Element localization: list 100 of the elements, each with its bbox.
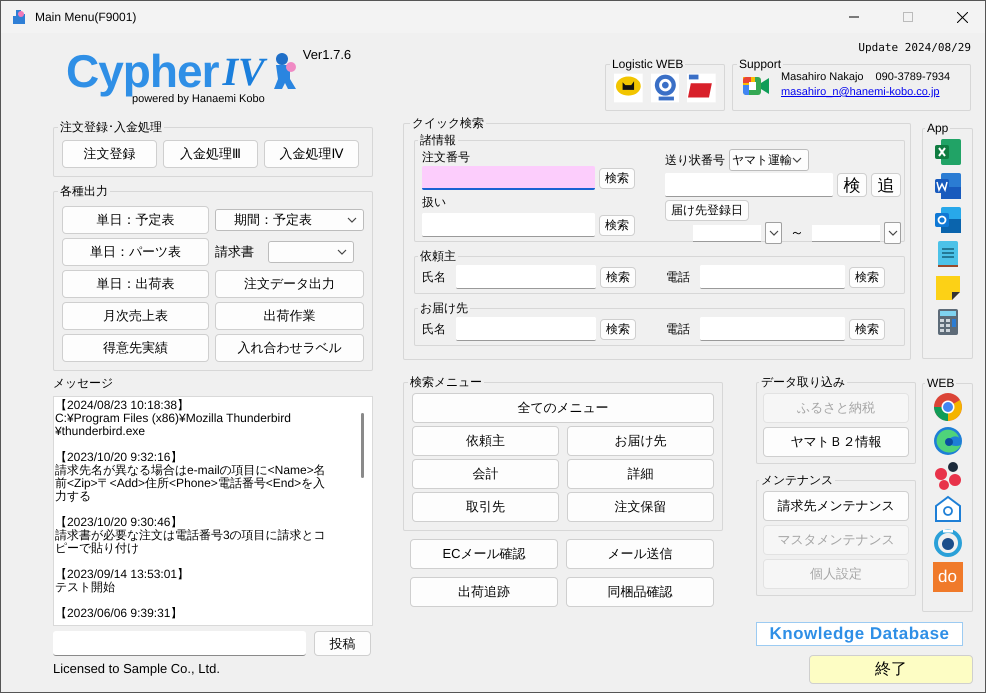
message-timestamp: 【2023/06/06 9:39:31】: [55, 607, 184, 620]
report-button[interactable]: 単日：出荷表: [62, 270, 209, 298]
message-timestamp: 【2024/08/23 10:18:38】: [55, 399, 190, 412]
dropdown-button[interactable]: [884, 222, 901, 244]
search-menu-button[interactable]: 取引先: [412, 492, 559, 522]
search-button[interactable]: 検索: [600, 318, 636, 340]
input-field[interactable]: [700, 317, 845, 341]
chevron-icon: [792, 157, 802, 163]
input-field[interactable]: [700, 265, 845, 289]
spreadsheet-icon[interactable]: [932, 137, 962, 167]
range-separator: ～: [790, 224, 804, 242]
message-text: 請求先名が異なる場合はe-mailの項目に<Name>名前<Zip>〒<Add>住所<Phone>電話番号<End>を入力する: [55, 464, 327, 503]
search-button[interactable]: 検索: [599, 168, 635, 188]
message-text: C:¥Program Files (x86)¥Mozilla Thunderbird ¥thunderbird.exe: [55, 412, 292, 438]
field-label: 氏名: [422, 268, 446, 286]
search-button[interactable]: 検索: [849, 266, 885, 288]
chevron-icon: [768, 230, 778, 236]
report-button[interactable]: 単日：パーツ表: [62, 238, 209, 266]
carrier-dropdown[interactable]: ヤマト運輸: [729, 149, 809, 171]
message-text: テスト開始: [55, 581, 116, 594]
report-button[interactable]: 出荷作業: [215, 302, 364, 330]
scrollbar[interactable]: [361, 413, 364, 478]
message-timestamp: 【2023/10/20 9:30:46】: [55, 516, 184, 529]
search-menu-button[interactable]: 詳細: [567, 459, 714, 489]
date-field[interactable]: [693, 224, 761, 242]
maintenance-button[interactable]: 請求先メンテナンス: [763, 491, 909, 521]
search-button[interactable]: 検索: [600, 266, 636, 288]
dots-icon[interactable]: [932, 460, 962, 490]
messages-title: メッセージ: [53, 375, 114, 392]
chevron-icon: [888, 230, 898, 236]
mascot-icon: [272, 51, 299, 91]
date-filter-button[interactable]: 届け先登録日: [665, 200, 749, 221]
exit-button[interactable]: 終了: [809, 655, 973, 684]
group-title: Support: [738, 57, 782, 71]
input-field[interactable]: [422, 213, 595, 237]
input-field[interactable]: [456, 317, 596, 341]
email-link[interactable]: masahiro_n@hanemi-kobo.co.jp: [781, 86, 950, 98]
date-field[interactable]: [812, 224, 880, 242]
app-icon: [11, 9, 27, 25]
close-icon[interactable]: [956, 12, 968, 22]
search-button[interactable]: 検索: [599, 214, 635, 236]
group-title: データ取り込み: [760, 374, 846, 391]
report-button[interactable]: 得意先実績: [62, 334, 209, 362]
version-text: Ver1.7.6: [302, 47, 352, 64]
input-field[interactable]: [665, 173, 833, 197]
window-title: Main Menu(F9001): [35, 10, 138, 24]
action-button[interactable]: メール送信: [566, 539, 714, 569]
group-title: WEB: [926, 376, 956, 390]
period-dropdown[interactable]: 期間：予定表: [215, 209, 364, 231]
field-label: 扱い: [422, 194, 447, 211]
update-date: Update 2024/08/29: [858, 41, 971, 54]
order-button[interactable]: 入金処理Ⅳ: [264, 140, 359, 168]
group-title: 各種出力: [59, 183, 109, 200]
search-button[interactable]: 検索: [849, 318, 885, 340]
import-button[interactable]: ヤマトＢ２情報: [763, 427, 909, 457]
group-title: 注文登録･入金処理: [59, 119, 163, 136]
search-menu-button[interactable]: お届け先: [567, 426, 714, 456]
group-title: 依頼主: [419, 248, 457, 265]
post-button[interactable]: 投稿: [314, 631, 371, 656]
group-title: 検索メニュー: [409, 374, 483, 391]
field-label: 送り状番号: [665, 152, 725, 168]
chevron-icon: [347, 217, 357, 223]
tracking-button[interactable]: 検: [837, 173, 867, 197]
search-menu-button[interactable]: 全てのメニュー: [412, 393, 714, 423]
dropdown-button[interactable]: [765, 222, 782, 244]
wave-browser-icon[interactable]: [932, 426, 962, 456]
action-button[interactable]: 同梱品確認: [566, 577, 714, 607]
report-button[interactable]: 入れ合わせラベル: [215, 334, 364, 362]
field-label: 電話: [666, 320, 690, 338]
search-menu-button[interactable]: 会計: [412, 459, 559, 489]
document-icon[interactable]: [932, 171, 962, 201]
input-field[interactable]: [456, 265, 596, 289]
field-label: 電話: [666, 268, 690, 286]
group-title: メンテナンス: [760, 472, 834, 489]
field-label: 注文番号: [422, 149, 471, 166]
input-field[interactable]: [422, 166, 595, 190]
group-title: 諸情報: [419, 132, 457, 149]
mail-icon[interactable]: [932, 205, 962, 235]
message-timestamp: 【2023/10/20 9:32:16】: [55, 451, 184, 464]
report-button[interactable]: 単日：予定表: [62, 206, 209, 234]
order-button[interactable]: 入金処理Ⅲ: [163, 140, 258, 168]
report-button[interactable]: 注文データ出力: [215, 270, 364, 298]
search-menu-button[interactable]: 注文保留: [567, 492, 714, 522]
message-input[interactable]: [53, 631, 306, 656]
logo-text: Cypher: [66, 45, 218, 97]
field-label: 請求書: [215, 243, 254, 261]
browser-icon[interactable]: [932, 392, 962, 422]
report-button[interactable]: 月次売上表: [62, 302, 209, 330]
support-name: Masahiro Nakajo: [781, 71, 864, 83]
tracking-button[interactable]: 追: [871, 173, 901, 197]
action-button[interactable]: ECメール確認: [410, 539, 558, 569]
group-title: クイック検索: [411, 115, 485, 132]
group-title: App: [926, 121, 950, 135]
support-phone: 090-3789-7934: [876, 71, 950, 83]
message-timestamp: 【2023/09/14 13:53:01】: [55, 568, 190, 581]
search-menu-button[interactable]: 依頼主: [412, 426, 559, 456]
order-button[interactable]: 注文登録: [62, 140, 157, 168]
license-text: Licensed to Sample Co., Ltd.: [53, 661, 221, 676]
action-button[interactable]: 出荷追跡: [410, 577, 558, 607]
field-label: 氏名: [422, 320, 446, 338]
